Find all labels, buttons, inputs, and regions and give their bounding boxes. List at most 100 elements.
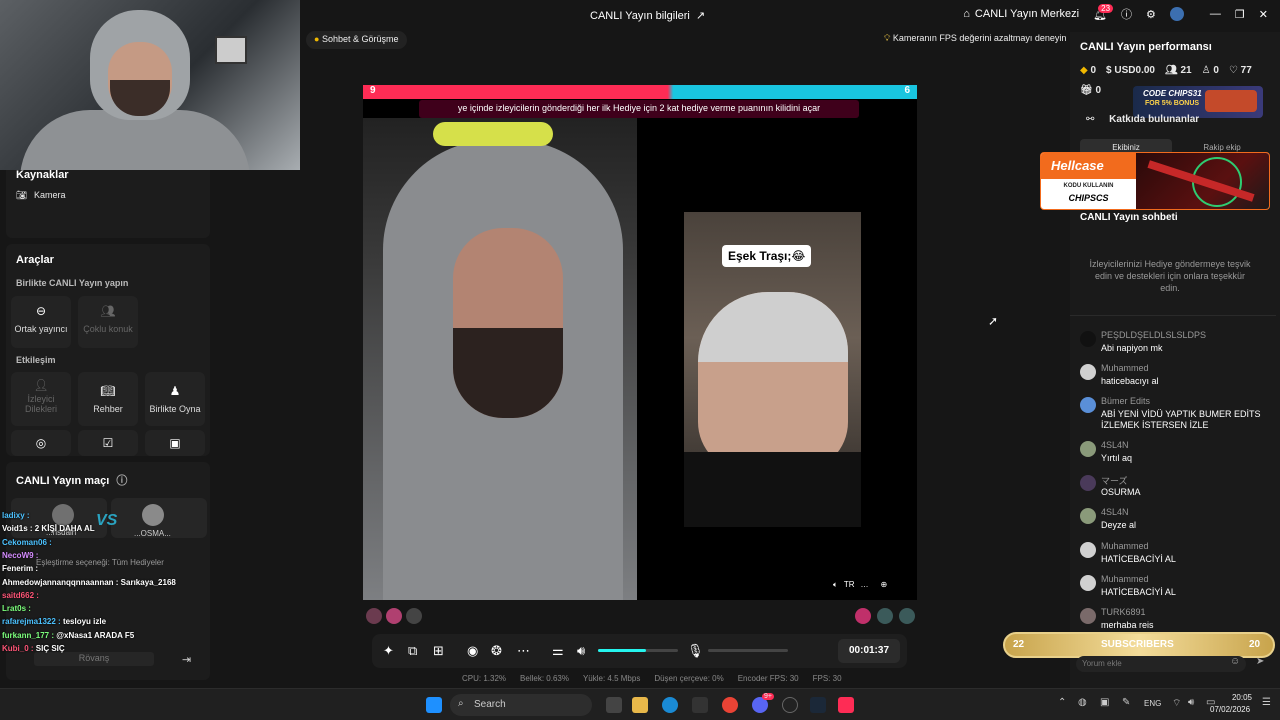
emoji-icon[interactable]: ☺ [1230,656,1240,667]
avatar[interactable] [1080,397,1096,413]
mic-slider[interactable] [708,649,788,652]
avatar[interactable] [1080,441,1096,457]
chat-username[interactable]: Muhammed [1101,541,1149,551]
clock-time[interactable]: 20:05 [1226,693,1252,702]
volume-slider[interactable] [598,649,678,652]
chat-username[interactable]: PEŞDLDŞELDLSLSLDPS [1101,330,1206,340]
chat-message[interactable]: Bümer Edits ABİ YENİ VİDÜ YAPTIK BUMER ED… [1080,396,1275,430]
chat-message[interactable]: 4SL4N Deyze al [1080,507,1275,537]
chat-message[interactable]: 4SL4N Yırtıl aq [1080,440,1275,470]
notification-center-icon[interactable]: ☰ [1262,697,1271,708]
record-icon[interactable]: ◉ [467,643,478,659]
guide-button[interactable]: 📖︎ Rehber [78,372,138,426]
exit-icon[interactable]: ⇥ [182,653,191,666]
chat-username[interactable]: Muhammed [1101,574,1149,584]
gift-icon[interactable] [406,608,422,624]
chat-username[interactable]: TURK6891 [1101,607,1146,617]
gift-icon[interactable] [855,608,871,624]
effects-icon[interactable]: ⧉ [408,643,417,659]
steam-icon[interactable] [810,697,826,713]
chrome-icon[interactable] [722,697,738,713]
help-icon[interactable]: ⓘ [1121,6,1132,22]
live-info-title[interactable]: CANLI Yayın bilgileri ↗ [590,9,705,23]
overlay-chat-user: rafarejma1322 : [2,617,63,627]
maximize-button[interactable]: ❐ [1235,8,1245,21]
gift-icon[interactable] [386,608,402,624]
wifi-icon[interactable]: ⌔ [1172,697,1181,710]
tray-discord-icon[interactable]: ◍ [1078,697,1087,708]
chat-message[interactable]: マーズ OSURMA [1080,474,1275,504]
chat-username[interactable]: 4SL4N [1101,440,1129,450]
volume-icon[interactable]: 🔊︎ [577,643,585,659]
plus-icon[interactable]: ⊕ [880,580,887,590]
box-tool-button[interactable]: ▣ [145,430,205,456]
gear-icon[interactable]: ⚙ [1146,8,1156,21]
chat-username[interactable]: マーズ [1101,474,1128,487]
edge-icon[interactable] [662,697,678,713]
camera-icon: 📷︎ [16,190,28,200]
windows-start-icon[interactable] [426,697,442,713]
close-button[interactable]: ✕ [1259,8,1268,21]
comment-input[interactable]: Yorum ekle [1076,656,1246,672]
gift-icon[interactable] [899,608,915,624]
viewer-requests-button[interactable]: 👤︎ İzleyici Dilekleri [11,372,71,426]
chat-call-chip[interactable]: ● Sohbet & Görüşme [306,31,407,49]
avatar[interactable] [1080,331,1096,347]
obs-icon[interactable] [782,697,798,713]
language-indicator[interactable]: ENG [1144,699,1161,708]
avatar[interactable] [1080,508,1096,524]
gift-icon[interactable] [877,608,893,624]
beauty-icon[interactable]: ❂ [491,643,502,659]
target-tool-button[interactable]: ◎ [11,430,71,456]
file-explorer-icon[interactable] [632,697,648,713]
send-icon[interactable]: ➤ [1256,656,1264,667]
tray-pen-icon[interactable]: ✎ [1122,697,1130,708]
chat-username[interactable]: Muhammed [1101,363,1149,373]
store-icon[interactable] [692,697,708,713]
overlay-chat-user: Lrat0s : [2,604,31,614]
avatar[interactable] [1080,575,1096,591]
taskbar-search[interactable]: ⌕ Search [450,694,592,716]
live-center-button[interactable]: ⌂ CANLI Yayın Merkezi [963,8,1079,20]
avatar[interactable] [1080,608,1096,624]
checklist-tool-button[interactable]: ☑ [78,430,138,456]
magic-wand-icon[interactable]: ✦ [383,643,394,659]
chat-message[interactable]: Muhammed HATİCEBACİYİ AL [1080,541,1275,571]
minimize-button[interactable]: — [1210,8,1221,20]
avatar[interactable] [1080,475,1096,491]
play-together-button[interactable]: ♟ Birlikte Oyna [145,372,205,426]
tray-chevron-icon[interactable]: ⌃ [1058,697,1066,708]
chat-username[interactable]: Bümer Edits [1101,396,1150,406]
sources-title: Kaynaklar [16,169,69,181]
chat-message[interactable]: Muhammed haticebacıyı al [1080,363,1275,393]
chat-message[interactable]: Muhammed HATİCEBACİYİ AL [1080,574,1275,604]
gift-icon[interactable] [366,608,382,624]
microphone-icon[interactable]: 🎙︎ [687,643,704,659]
chat-message[interactable]: PEŞDLDŞELDLSLSLDPS Abi napiyon mk [1080,330,1275,360]
more-options-icon[interactable]: ⋯ [517,643,530,659]
clock-date[interactable]: 07/02/2026 [1210,705,1250,714]
chat-username[interactable]: 4SL4N [1101,507,1129,517]
contributors-row[interactable]: ⚯ Katkıda bulunanlar [1086,114,1199,125]
share-icon[interactable]: ↗ [696,9,705,22]
layout-icon[interactable]: ⊞ [433,643,444,659]
volume-tray-icon[interactable]: 🔊︎ [1188,697,1194,708]
speaker-icon[interactable]: 🔈︎ [833,580,838,590]
box-icon: ▣ [169,436,181,450]
avatar[interactable] [1169,7,1184,21]
multi-guest-button[interactable]: 👥︎ Çoklu konuk [78,296,138,348]
cohost-button[interactable]: ⊖ Ortak yayıncı [11,296,71,348]
rematch-button[interactable]: Rövanş [34,652,154,666]
avatar[interactable] [1080,364,1096,380]
task-view-icon[interactable] [606,697,622,713]
adjust-icon[interactable]: ⚌ [552,643,564,659]
avatar[interactable] [1080,542,1096,558]
camera-source[interactable]: 📷︎ Kamera [16,190,65,201]
tray-app-icon[interactable]: ▣ [1100,697,1109,708]
tiktok-live-icon[interactable] [838,697,854,713]
info-icon[interactable]: ⓘ [116,475,127,487]
overlay-chat-text: tesloyu izle [62,617,107,627]
more-icon[interactable]: … [860,580,868,590]
notification-button[interactable]: 🔔︎ 23 [1093,3,1114,21]
promo-banner-hellcase[interactable]: Hellcase KODU KULLANIN CHIPSCS [1040,152,1270,210]
